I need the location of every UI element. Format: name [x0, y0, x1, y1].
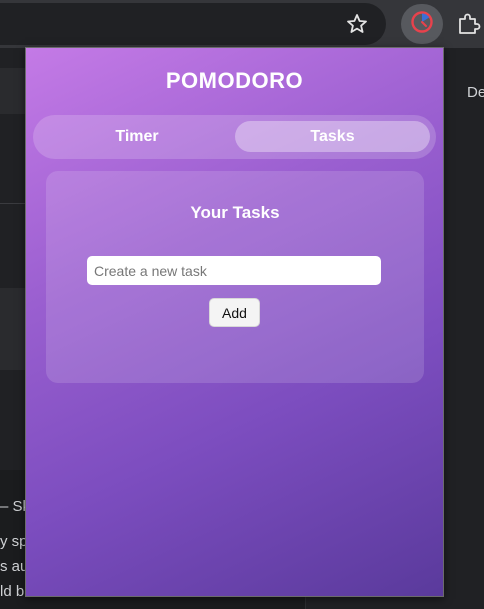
- pomodoro-extension-button[interactable]: [401, 4, 443, 44]
- tab-bar: Timer Tasks: [33, 115, 436, 159]
- divider: [0, 203, 28, 204]
- background-row: [0, 288, 28, 370]
- add-task-button[interactable]: Add: [209, 298, 260, 327]
- tasks-heading: Your Tasks: [190, 203, 280, 222]
- pomodoro-popup: POMODORO Timer Tasks Your Tasks Add: [25, 47, 444, 597]
- screen: De – Sk y sp s au ld b POMODORO Timer Ta…: [0, 0, 484, 609]
- app-title: POMODORO: [165, 68, 304, 93]
- background-text: y sp: [0, 533, 28, 550]
- timer-icon: [409, 9, 435, 40]
- background-row: [0, 68, 28, 114]
- star-icon[interactable]: [345, 12, 369, 36]
- tab-timer[interactable]: Timer: [40, 121, 234, 152]
- background-text: ld b: [0, 583, 25, 600]
- puzzle-icon[interactable]: [455, 11, 481, 37]
- tasks-card: Your Tasks Add: [46, 171, 424, 383]
- address-bar[interactable]: [0, 3, 386, 45]
- background-text: De: [467, 84, 484, 101]
- browser-toolbar: [0, 0, 484, 48]
- tab-tasks[interactable]: Tasks: [235, 121, 430, 152]
- new-task-input[interactable]: [87, 256, 381, 285]
